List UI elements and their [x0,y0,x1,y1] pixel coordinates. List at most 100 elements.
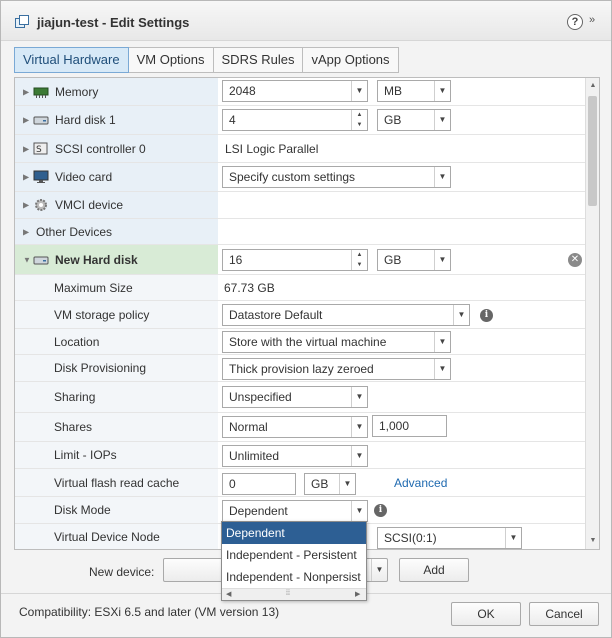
memory-unit-select[interactable]: MB ▼ [377,80,451,102]
chevron-down-icon[interactable]: ▼ [351,501,367,521]
hard-disk-1-label: Hard disk 1 [55,113,116,127]
disk-provisioning-select[interactable]: Thick provision lazy zeroed ▼ [222,358,451,380]
flash-cache-unit-select[interactable]: GB ▼ [304,473,356,495]
tab-vapp-options[interactable]: vApp Options [303,47,399,73]
chevron-down-icon[interactable]: ▼ [351,417,367,437]
scsi-controller-label: SCSI controller 0 [55,141,146,156]
option-independent-nonpersistent[interactable]: Independent - Nonpersist [222,566,366,588]
location-select[interactable]: Store with the virtual machine ▼ [222,331,451,353]
chevron-down-icon[interactable]: ▼ [371,559,387,581]
tab-bar: Virtual Hardware VM Options SDRS Rules v… [14,47,399,73]
tab-sdrs-rules[interactable]: SDRS Rules [213,47,304,73]
sharing-select[interactable]: Unspecified ▼ [222,386,368,408]
limit-iops-label: Limit - IOPs [54,448,117,462]
help-button[interactable]: ? [567,14,583,30]
collapse-caret-icon[interactable]: ▼ [23,255,31,264]
scroll-up-icon[interactable]: ▲ [588,81,598,91]
new-hard-disk-label: New Hard disk [55,252,138,267]
chevron-down-icon[interactable]: ▼ [351,81,367,101]
location-row: Location Store with the virtual machine ▼ [15,329,587,355]
device-node-select[interactable]: SCSI(0:1) ▼ [377,527,522,549]
chevron-down-icon[interactable]: ▼ [434,110,450,130]
vmci-device-row: ▶ VMCI device [15,192,587,219]
memory-input[interactable]: 2048 ▼ [222,80,368,102]
expand-icon[interactable]: » [589,14,605,30]
dialog-title: jiajun-test - Edit Settings [37,15,190,30]
size-stepper[interactable]: ▲ ▼ [351,250,367,270]
shares-amount-input[interactable]: 1,000 [372,415,447,437]
storage-policy-select[interactable]: Datastore Default ▼ [222,304,470,326]
scsi-controller-value: LSI Logic Parallel [225,142,319,156]
dropdown-hscrollbar[interactable]: ◀ ⁞⁞ ▶ [222,588,366,600]
memory-row: ▶ Memory 2048 ▼ MB ▼ [15,78,587,106]
scroll-left-icon: ◀ [226,591,232,598]
new-hard-disk-size-input[interactable]: 16 ▲ ▼ [222,249,368,271]
tab-vm-options[interactable]: VM Options [128,47,214,73]
add-device-button[interactable]: Add [399,558,469,582]
hard-disk-1-row: ▶ Hard disk 1 4 ▲ ▼ GB ▼ [15,106,587,135]
cancel-button[interactable]: Cancel [529,602,599,626]
disk-provisioning-row: Disk Provisioning Thick provision lazy z… [15,355,587,382]
expand-caret-icon[interactable]: ▶ [23,201,29,210]
limit-iops-select[interactable]: Unlimited ▼ [222,445,368,467]
video-card-label: Video card [55,170,113,184]
hard-disk-icon [33,256,49,264]
chevron-down-icon[interactable]: ▼ [505,528,521,548]
expand-caret-icon[interactable]: ▶ [23,144,29,153]
hard-disk-1-size-input[interactable]: 4 ▲ ▼ [222,109,368,131]
shares-row: Shares Normal ▼ 1,000 [15,413,587,442]
storage-policy-row: VM storage policy Datastore Default ▼ i [15,301,587,329]
option-dependent[interactable]: Dependent [222,522,366,544]
edit-settings-dialog: jiajun-test - Edit Settings ? » Virtual … [0,0,612,638]
advanced-link[interactable]: Advanced [394,476,447,490]
location-label: Location [54,334,100,349]
new-hard-disk-unit-select[interactable]: GB ▼ [377,249,451,271]
chevron-down-icon[interactable]: ▼ [434,332,450,352]
title-bar: jiajun-test - Edit Settings ? » [1,1,611,41]
scsi-controller-icon: S [33,142,48,155]
chevron-down-icon[interactable]: ▼ [339,474,355,494]
shares-select[interactable]: Normal ▼ [222,416,368,438]
flash-cache-row: Virtual flash read cache 0 GB ▼ Advanced [15,469,587,497]
flash-cache-input[interactable]: 0 [222,473,296,495]
tab-virtual-hardware[interactable]: Virtual Hardware [14,47,129,73]
sharing-row: Sharing Unspecified ▼ [15,382,587,413]
svg-text:S: S [36,145,42,155]
chevron-down-icon[interactable]: ▼ [351,446,367,466]
chevron-down-icon[interactable]: ▼ [434,81,450,101]
expand-caret-icon[interactable]: ▶ [23,116,29,125]
monitor-icon [33,170,49,183]
video-card-row: ▶ Video card Specify custom settings ▼ [15,163,587,192]
panel-scrollbar[interactable]: ▲ ▼ [585,78,599,549]
disk-mode-row: Disk Mode Dependent ▼ i [15,497,587,524]
scroll-right-icon: ▶ [355,591,361,598]
info-icon[interactable]: i [374,504,387,517]
hard-disk-1-unit-select[interactable]: GB ▼ [377,109,451,131]
hard-disk-icon [33,116,49,125]
other-devices-label: Other Devices [36,224,113,239]
other-devices-row: ▶ Other Devices [15,219,587,245]
size-stepper[interactable]: ▲ ▼ [351,110,367,130]
chevron-down-icon[interactable]: ▼ [434,167,450,187]
disk-mode-dropdown-list: Dependent Independent - Persistent Indep… [221,521,367,601]
ok-button[interactable]: OK [451,602,521,626]
scroll-thumb[interactable] [588,96,597,206]
disk-provisioning-label: Disk Provisioning [54,361,147,375]
compatibility-text: Compatibility: ESXi 6.5 and later (VM ve… [19,605,280,619]
remove-device-icon[interactable]: ✕ [568,253,582,267]
expand-caret-icon[interactable]: ▶ [23,173,29,182]
info-icon[interactable]: i [480,309,493,322]
chevron-down-icon[interactable]: ▼ [453,305,469,325]
disk-mode-select[interactable]: Dependent ▼ [222,500,368,522]
chevron-down-icon[interactable]: ▼ [434,250,450,270]
chevron-down-icon[interactable]: ▼ [351,387,367,407]
limit-iops-row: Limit - IOPs Unlimited ▼ [15,442,587,469]
new-hard-disk-row: ▼ New Hard disk 16 ▲ ▼ GB ▼ ✕ [15,245,587,275]
option-independent-persistent[interactable]: Independent - Persistent [222,544,366,566]
expand-caret-icon[interactable]: ▶ [23,227,29,236]
chevron-down-icon[interactable]: ▼ [434,359,450,379]
expand-caret-icon[interactable]: ▶ [23,87,29,96]
scroll-down-icon[interactable]: ▼ [588,536,598,546]
video-card-select[interactable]: Specify custom settings ▼ [222,166,451,188]
maximum-size-row: Maximum Size 67.73 GB [15,275,587,301]
